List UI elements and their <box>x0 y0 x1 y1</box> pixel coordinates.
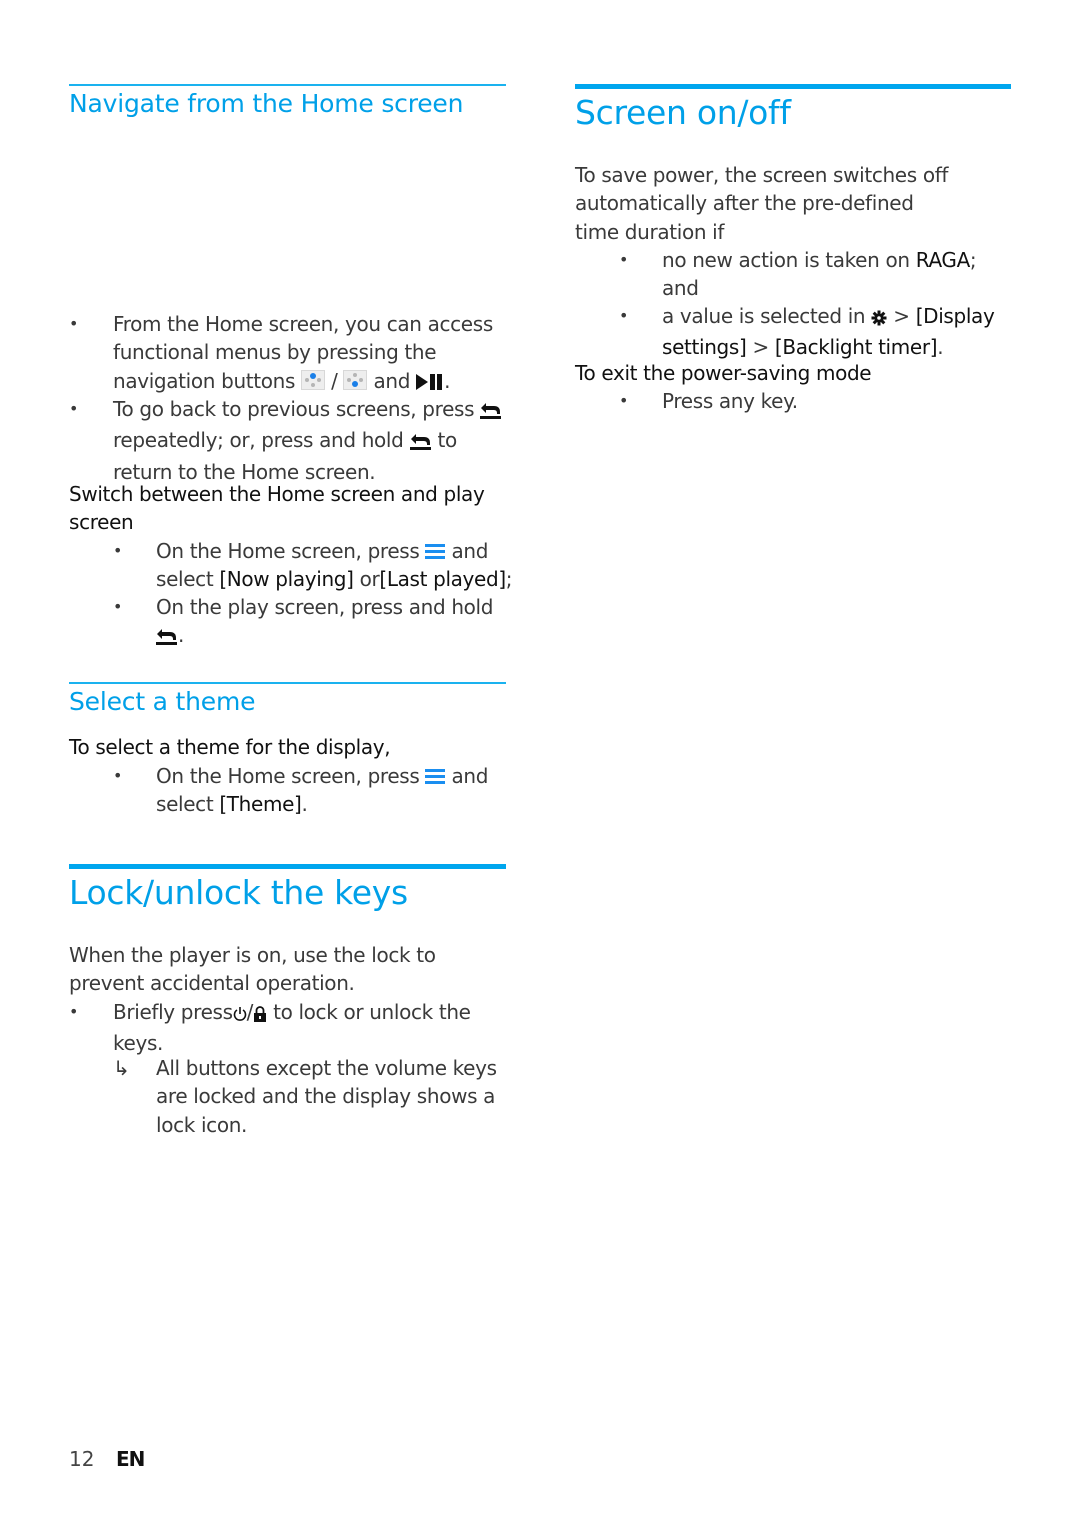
list-item: • Press any key. <box>619 387 1019 415</box>
bullet-dot: • <box>113 597 123 616</box>
section-divider <box>69 682 506 684</box>
back-icon <box>409 429 432 457</box>
subheading-switch: Switch between the Home screen and play … <box>69 482 485 535</box>
conjunction: or <box>359 567 380 592</box>
bullet-text: a value is selected in <box>662 304 866 328</box>
settings-gear-icon <box>871 305 887 333</box>
menu-option-now-playing: [Now playing] <box>219 567 354 592</box>
list-item: • On the Home screen, press and select [… <box>113 537 513 594</box>
bullet-dot: • <box>69 399 79 418</box>
list-item: • From the Home screen, you can access f… <box>69 310 506 397</box>
play-pause-icon <box>416 369 444 397</box>
punctuation: . <box>301 792 308 817</box>
menu-icon <box>425 769 446 785</box>
result-text: All buttons except the volume keys are l… <box>156 1056 497 1137</box>
back-icon <box>480 398 502 426</box>
subheading-theme: To select a theme for the display, <box>69 735 391 759</box>
bullet-text: no new action is taken on <box>662 248 910 272</box>
chapter-divider <box>575 84 1011 89</box>
bullet-text: Briefly press <box>113 1000 233 1024</box>
menu-icon <box>425 544 446 560</box>
list-item: • To go back to previous screens, press … <box>69 395 506 486</box>
path-separator: > <box>752 335 769 360</box>
bullet-dot: • <box>69 1002 79 1021</box>
section-title-theme: Select a theme <box>69 687 256 716</box>
lock-intro: When the player is on, use the lock to p… <box>69 943 436 996</box>
power-icon <box>233 1001 247 1029</box>
back-icon <box>156 624 178 652</box>
conjunction: and <box>373 368 411 393</box>
nav-up-button-icon <box>301 369 326 390</box>
product-name: RAGA <box>915 248 971 272</box>
section-title-navigate: Navigate from the Home screen <box>69 89 464 118</box>
section-divider <box>69 84 506 86</box>
bullet-dot: • <box>619 306 629 325</box>
bullet-dot: • <box>619 391 629 410</box>
screen-intro: To save power, the screen switches off a… <box>575 163 949 244</box>
bullet-text: On the Home screen, press <box>156 764 420 788</box>
bullet-text: repeatedly; or, press and hold <box>113 428 404 453</box>
nav-down-button-icon <box>343 369 368 390</box>
list-item: • On the Home screen, press and select [… <box>113 762 513 819</box>
bullet-dot: • <box>113 541 123 560</box>
list-item: • a value is selected in > [Display sett… <box>619 302 1019 362</box>
language-code: EN <box>116 1447 145 1471</box>
menu-option-backlight-timer: [Backlight timer] <box>774 335 938 360</box>
bullet-text: Press any key. <box>662 389 798 413</box>
chapter-title-lock: Lock/unlock the keys <box>69 873 408 912</box>
result-arrow-icon: ↳ <box>113 1056 130 1080</box>
punctuation: . <box>937 335 944 360</box>
bullet-dot: • <box>619 250 629 269</box>
chapter-title-screen: Screen on/off <box>575 93 791 132</box>
list-item: • no new action is taken on RAGA; and <box>619 246 1019 303</box>
path-separator: > <box>893 304 910 328</box>
punctuation: . <box>178 623 185 648</box>
bullet-text: On the play screen, press and hold <box>156 595 494 619</box>
menu-option-theme: [Theme] <box>219 792 302 817</box>
list-item: • On the play screen, press and hold . <box>113 593 513 653</box>
bullet-dot: • <box>69 314 79 333</box>
separator: / <box>331 368 338 393</box>
subheading-exit: To exit the power-saving mode <box>575 361 872 385</box>
punctuation: ; <box>505 567 513 592</box>
page-number: 12 <box>69 1447 95 1471</box>
list-item: • Briefly press / to lock or unlock the … <box>69 998 506 1058</box>
bullet-dot: • <box>113 766 123 785</box>
chapter-divider <box>69 864 506 869</box>
bullet-text: On the Home screen, press <box>156 539 420 563</box>
menu-option-last-played: [Last played] <box>379 567 506 592</box>
punctuation: . <box>444 368 451 393</box>
lock-icon <box>253 1001 267 1029</box>
bullet-text: To go back to previous screens, press <box>113 397 475 421</box>
result-item: ↳ All buttons except the volume keys are… <box>113 1054 513 1139</box>
